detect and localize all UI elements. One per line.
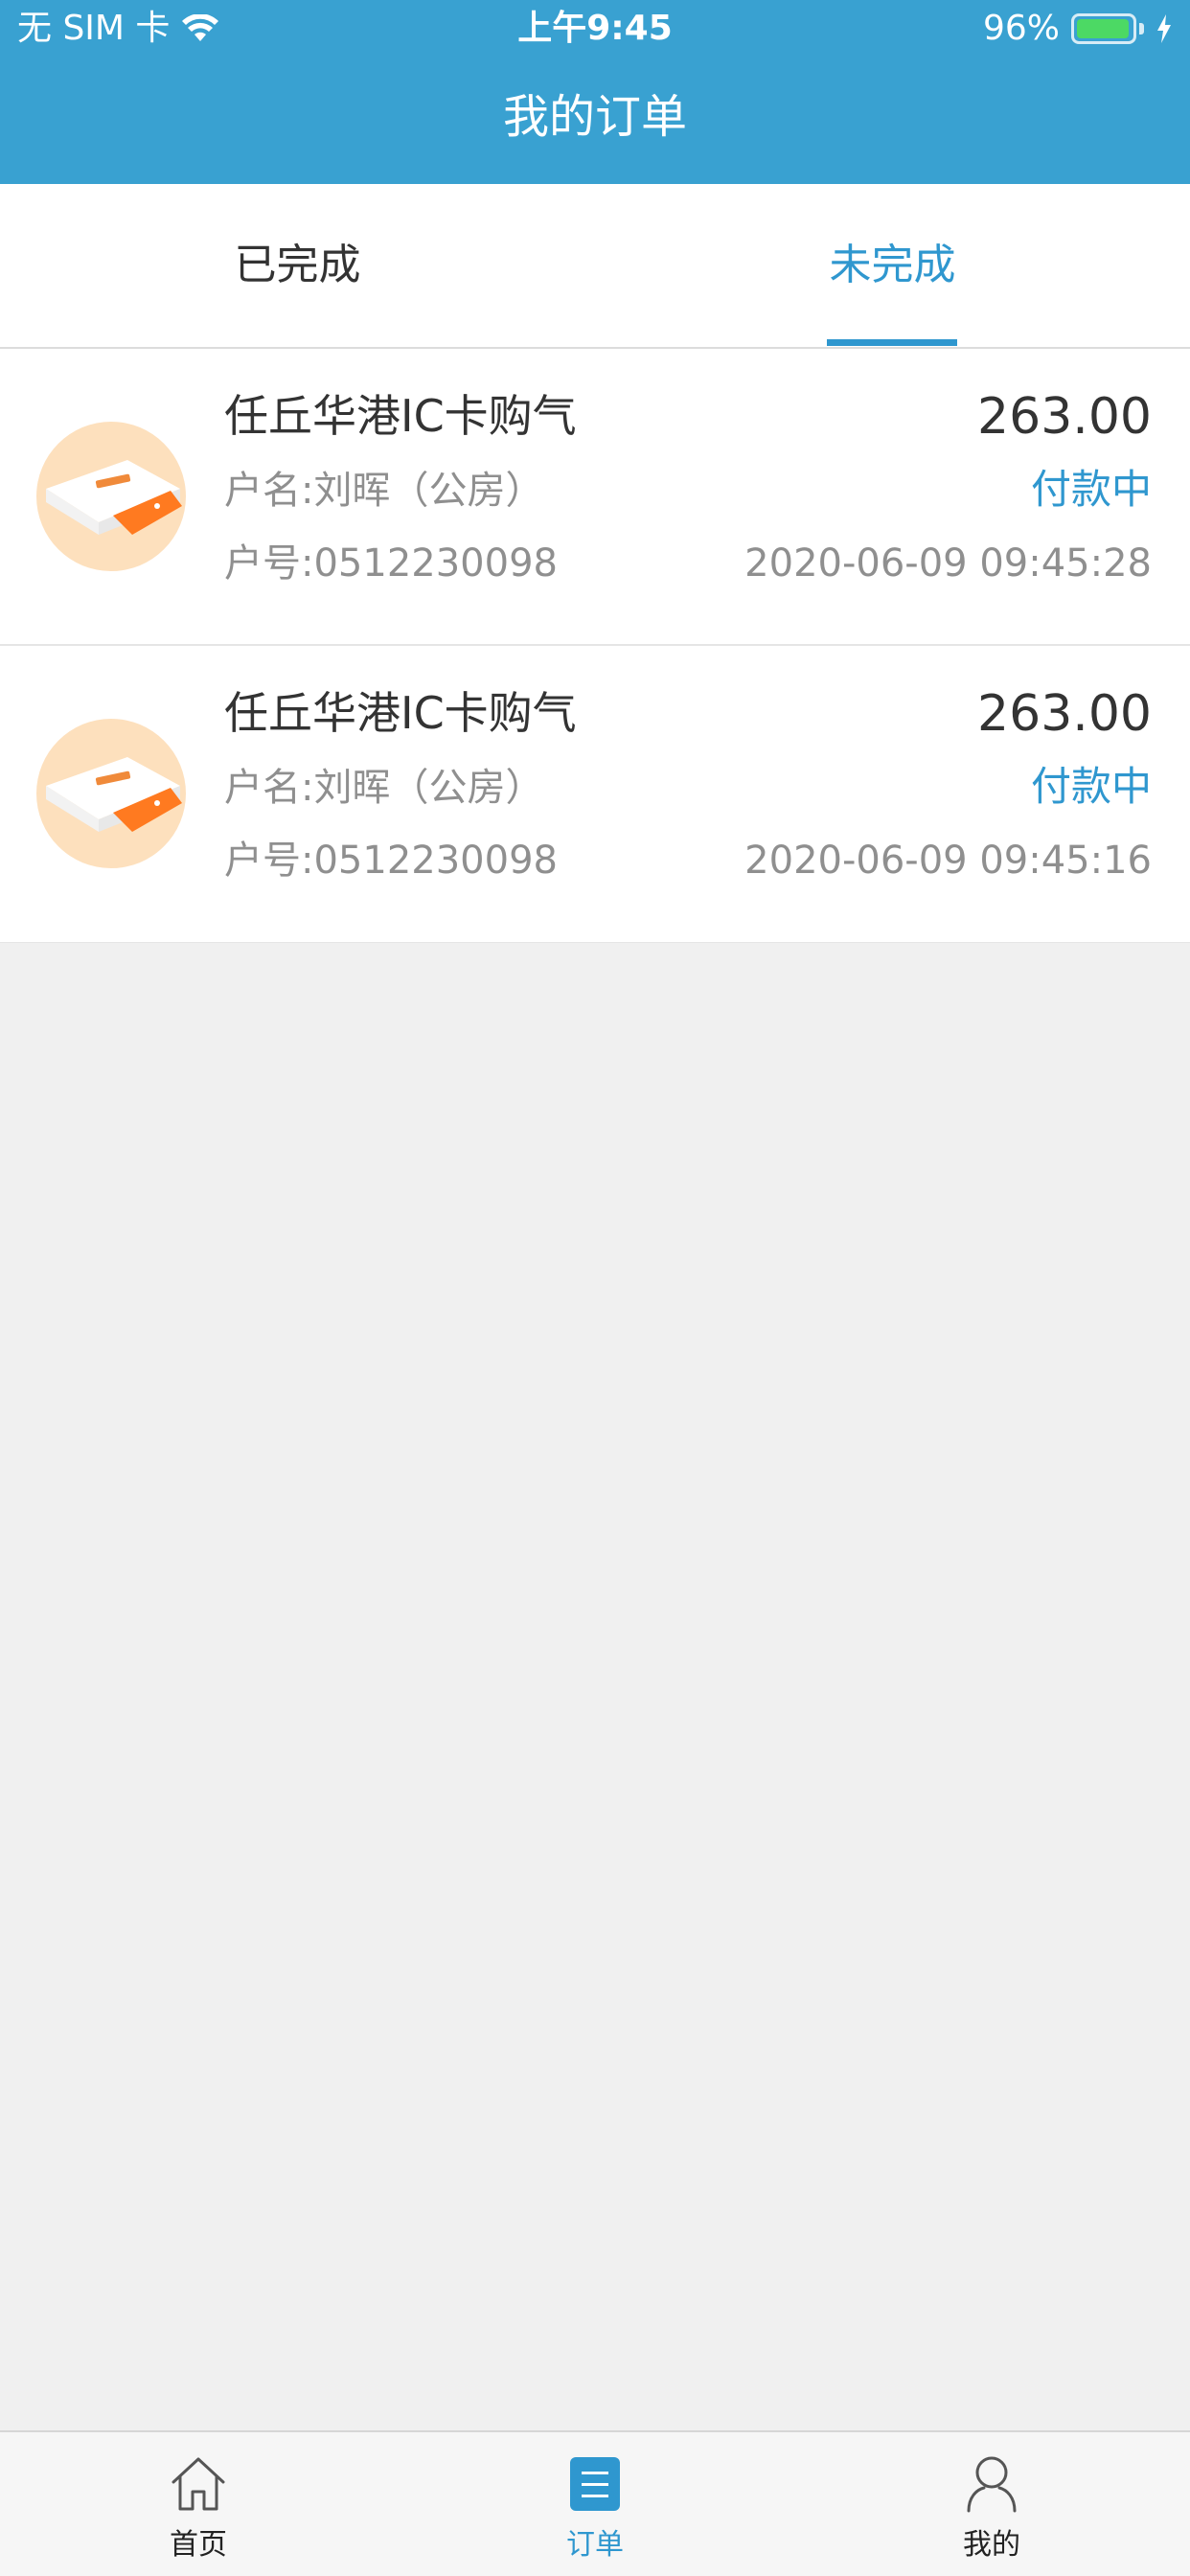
bottom-nav: 首页 订单 我的: [0, 2430, 1190, 2576]
order-account: 户号:0512230098: [224, 541, 558, 586]
page-title: 我的订单: [502, 90, 687, 144]
ic-card-reader-icon: [36, 422, 186, 571]
order-tabs: 已完成 未完成: [0, 184, 1190, 349]
order-time: 2020-06-09 09:45:28: [744, 541, 1152, 586]
order-account: 户号:0512230098: [224, 839, 558, 883]
order-list: 任丘华港IC卡购气 户名:刘晖（公房） 户号:0512230098 263.00…: [0, 349, 1190, 943]
order-time: 2020-06-09 09:45:16: [744, 839, 1152, 883]
order-status: 付款中: [1030, 466, 1152, 513]
nav-label-orders: 订单: [566, 2528, 624, 2562]
active-tab-indicator: [827, 339, 957, 346]
tab-completed[interactable]: 已完成: [0, 184, 595, 347]
charging-bolt-icon: [1157, 14, 1171, 43]
app-header: 无 SIM 卡 上午9:45 96% 我的订单: [0, 0, 1190, 184]
battery-icon: [1071, 13, 1136, 44]
status-bar: 无 SIM 卡 上午9:45 96%: [0, 0, 1190, 58]
order-item[interactable]: 任丘华港IC卡购气 户名:刘晖（公房） 户号:0512230098 263.00…: [0, 646, 1190, 943]
ic-card-reader-icon: [36, 719, 186, 868]
order-amount: 263.00: [977, 388, 1152, 446]
nav-item-home[interactable]: 首页: [0, 2432, 397, 2576]
nav-item-profile[interactable]: 我的: [793, 2432, 1190, 2576]
orders-icon: [570, 2457, 620, 2511]
status-right: 96%: [983, 0, 1173, 58]
home-icon: [172, 2457, 225, 2511]
tab-incomplete[interactable]: 未完成: [595, 184, 1190, 347]
order-owner: 户名:刘晖（公房）: [224, 766, 544, 810]
order-status: 付款中: [1030, 763, 1152, 810]
order-amount: 263.00: [977, 685, 1152, 743]
order-item[interactable]: 任丘华港IC卡购气 户名:刘晖（公房） 户号:0512230098 263.00…: [0, 349, 1190, 646]
order-title: 任丘华港IC卡购气: [224, 390, 577, 442]
battery-cap: [1139, 23, 1144, 34]
nav-item-orders[interactable]: 订单: [397, 2432, 793, 2576]
profile-icon: [967, 2456, 1017, 2513]
order-title: 任丘华港IC卡购气: [224, 687, 577, 739]
nav-label-profile: 我的: [963, 2528, 1020, 2562]
battery-fill: [1077, 19, 1129, 38]
nav-label-home: 首页: [170, 2528, 227, 2562]
order-owner: 户名:刘晖（公房）: [224, 469, 544, 513]
battery-percent: 96%: [982, 9, 1060, 48]
